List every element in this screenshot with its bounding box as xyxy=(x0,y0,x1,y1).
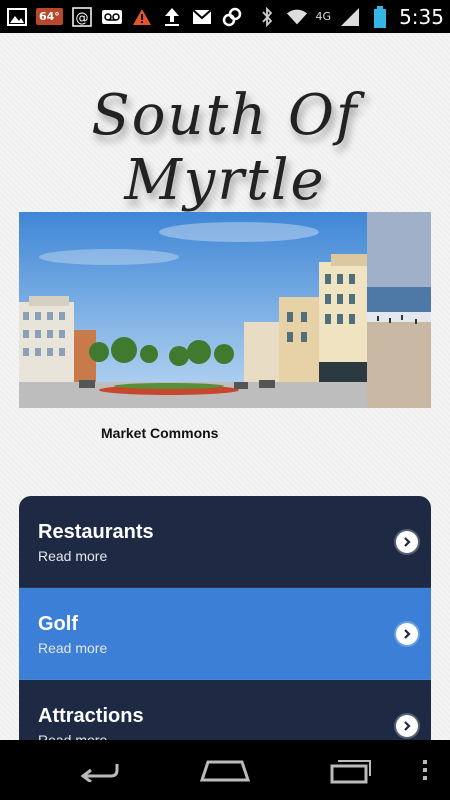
system-status: 4G 5:35 xyxy=(256,5,444,29)
notification-icons: 64° @ xyxy=(6,6,243,28)
hero-caption: Market Commons xyxy=(101,425,219,441)
chevron-right-icon[interactable] xyxy=(396,623,418,645)
menu-item-title: Golf xyxy=(38,613,78,635)
upload-icon xyxy=(161,6,183,28)
menu-item-subtitle: Read more xyxy=(38,640,108,656)
network-type: 4G xyxy=(315,10,332,23)
menu-item-subtitle: Read more xyxy=(38,732,108,740)
voicemail-icon xyxy=(101,6,123,28)
hero-slideshow[interactable] xyxy=(19,212,431,408)
bluetooth-icon xyxy=(256,6,278,28)
clock: 5:35 xyxy=(399,4,444,29)
chevron-right-icon[interactable] xyxy=(396,715,418,737)
hero-image-market-commons xyxy=(19,212,367,408)
signal-icon xyxy=(339,6,361,28)
menu-item-subtitle: Read more xyxy=(38,548,108,564)
at-icon: @ xyxy=(71,6,93,28)
menu-item-restaurants[interactable]: Restaurants Read more xyxy=(19,496,431,588)
chevron-right-icon[interactable] xyxy=(396,531,418,553)
menu-item-title: Restaurants xyxy=(38,521,154,543)
back-icon[interactable] xyxy=(72,754,128,786)
status-bar: 64° @ 4G 5:35 xyxy=(0,0,450,33)
overflow-menu-icon[interactable] xyxy=(418,754,432,786)
menu-item-attractions[interactable]: Attractions Read more xyxy=(19,680,431,740)
menu-item-golf[interactable]: Golf Read more xyxy=(19,588,431,680)
wifi-icon xyxy=(286,6,308,28)
image-icon xyxy=(6,6,28,28)
temperature-badge: 64° xyxy=(36,8,63,25)
hero-image-beach xyxy=(367,212,431,408)
link-icon xyxy=(221,6,243,28)
mail-icon xyxy=(191,6,213,28)
menu-item-title: Attractions xyxy=(38,705,144,727)
recent-apps-icon[interactable] xyxy=(326,754,376,786)
navigation-bar xyxy=(0,740,450,800)
content-area[interactable]: South Of Myrtle Market Commons Restauran… xyxy=(0,33,450,740)
home-icon[interactable] xyxy=(198,754,252,786)
battery-icon xyxy=(369,5,391,28)
warning-icon xyxy=(131,6,153,28)
svg-text:@: @ xyxy=(75,11,88,26)
site-logo: South Of Myrtle xyxy=(91,83,359,213)
category-menu: Restaurants Read more Golf Read more Att… xyxy=(19,496,431,740)
